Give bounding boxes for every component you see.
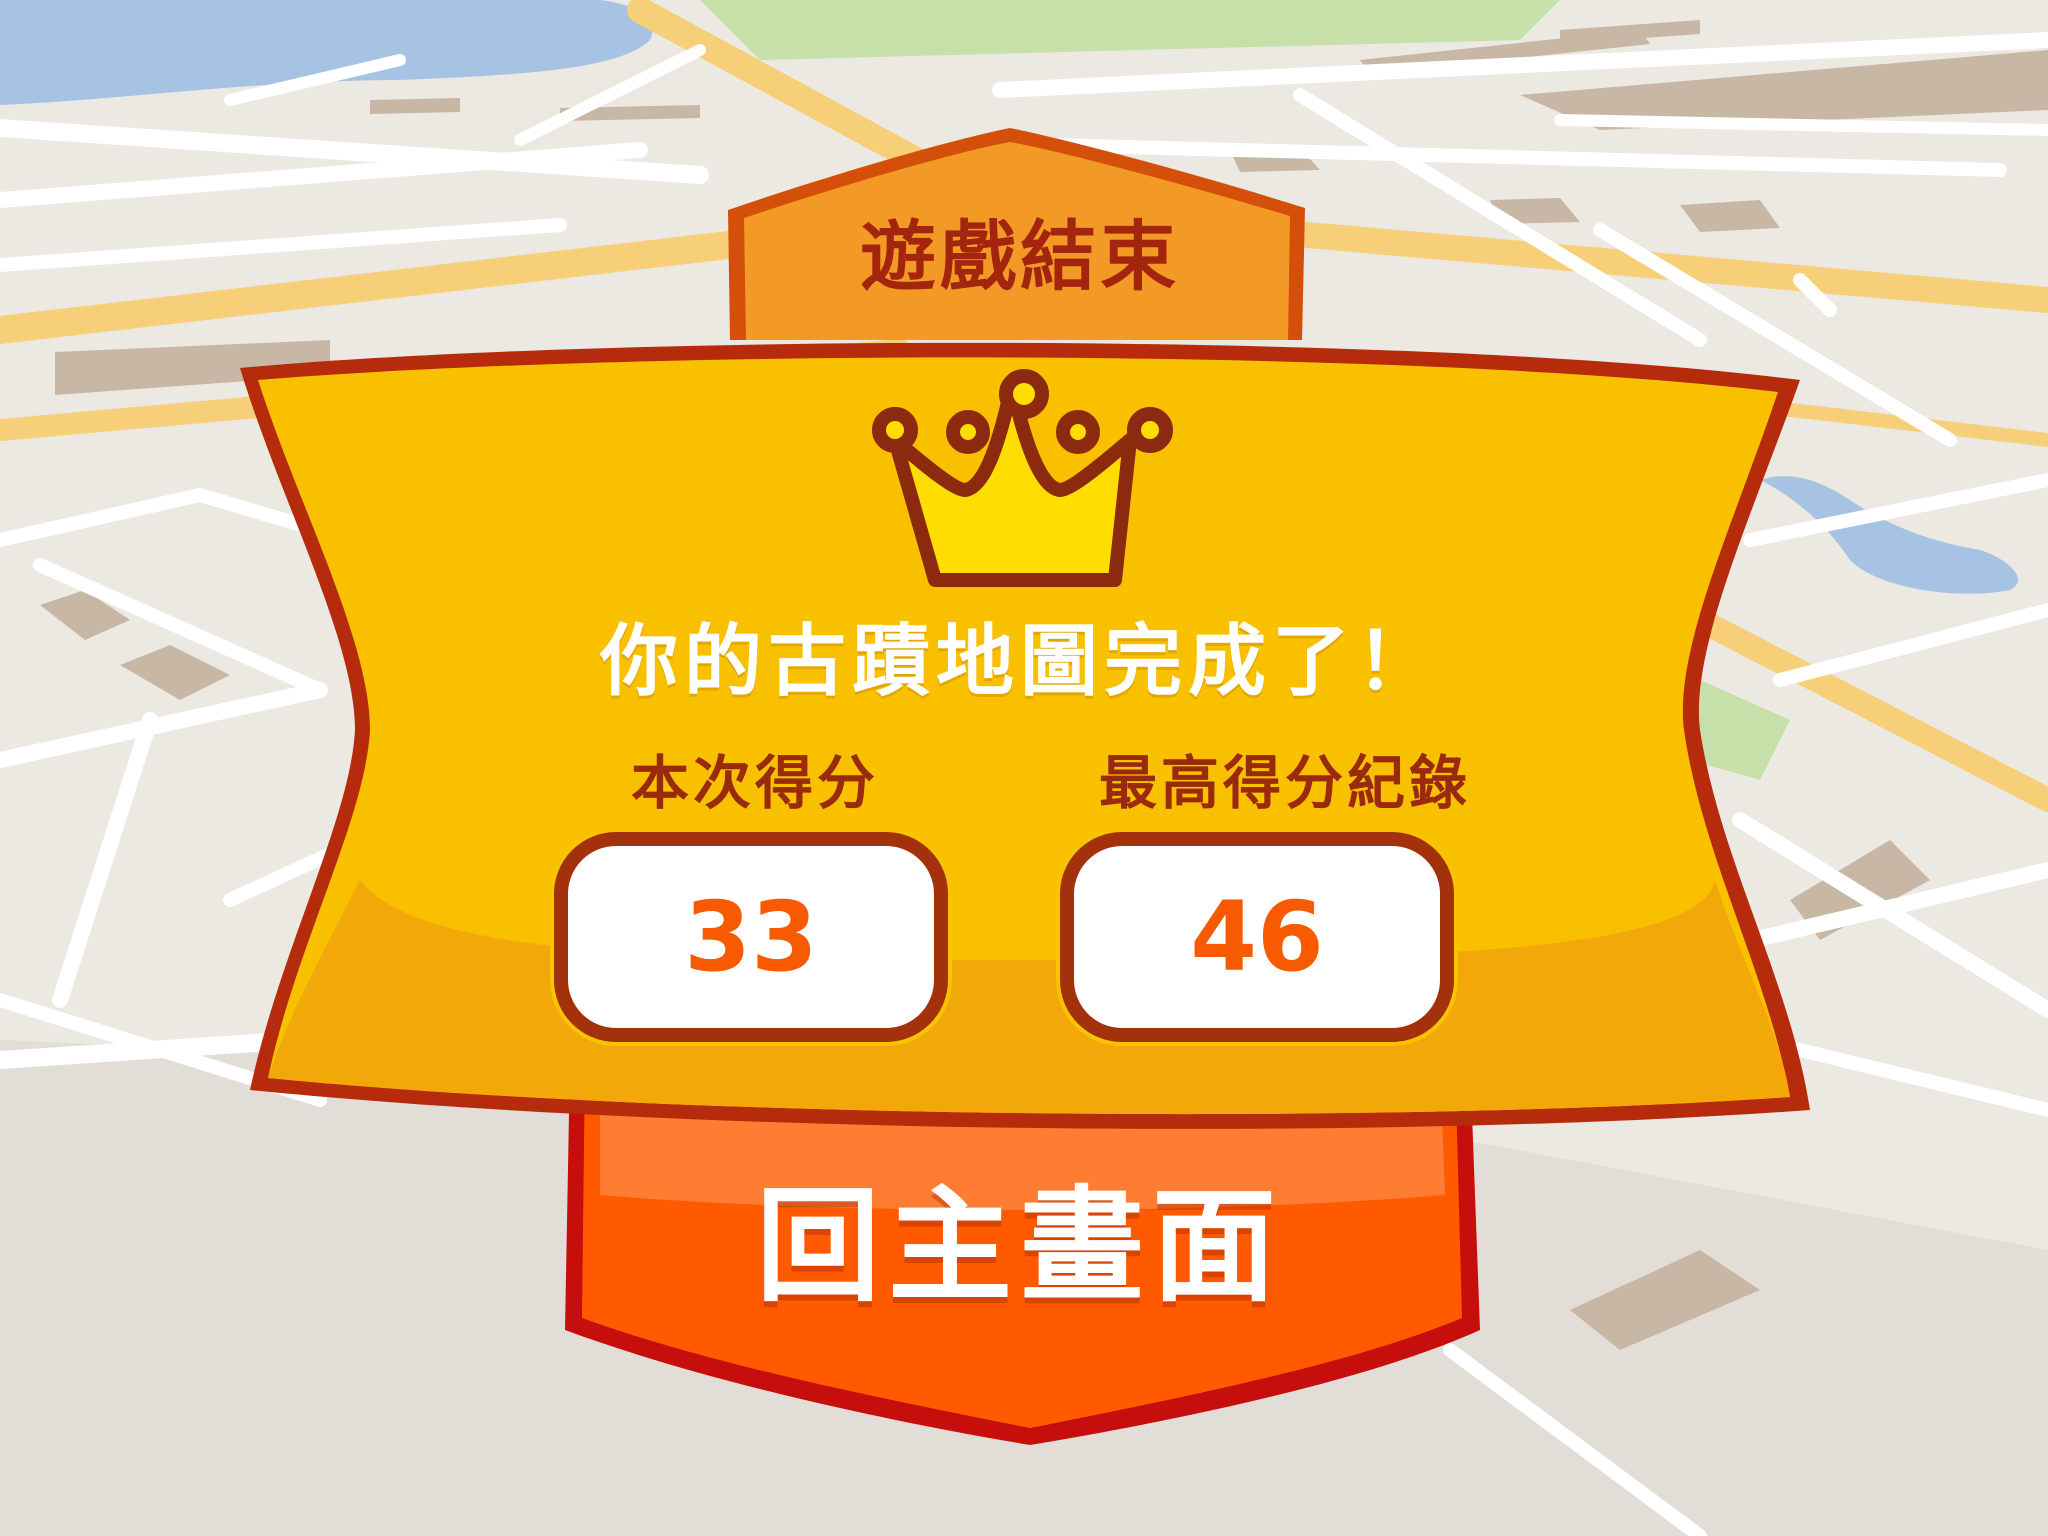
current-score-box: 33 [554, 832, 948, 1042]
best-score-label: 最高得分紀錄 [1098, 749, 1471, 817]
best-score-value: 46 [1190, 881, 1324, 993]
completion-message: 你的古蹟地圖完成了！ [599, 617, 1440, 707]
game-over-title: 遊戲結束 [860, 212, 1180, 301]
current-score-value: 33 [684, 881, 818, 993]
current-score-label: 本次得分 [630, 749, 879, 817]
home-button-label: 回主畫面 [755, 1175, 1284, 1319]
home-button[interactable]: 回主畫面 [580, 1125, 1460, 1345]
best-score-box: 46 [1060, 832, 1454, 1042]
